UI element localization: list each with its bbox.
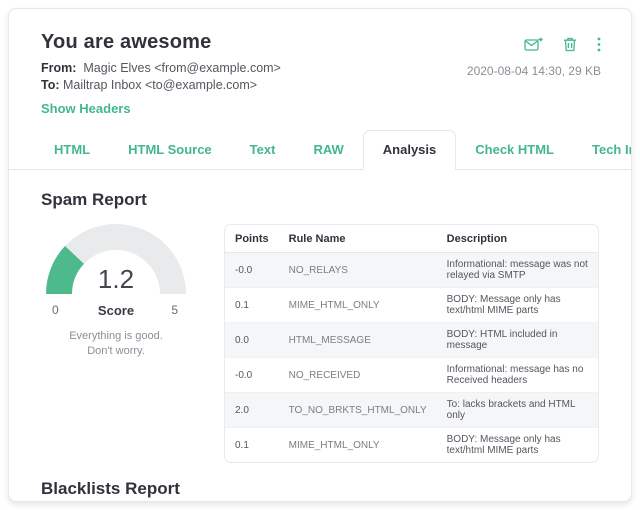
spam-score-value: 1.2 — [46, 264, 186, 295]
blacklists-report-title: Blacklists Report — [41, 479, 599, 499]
gauge-score-label: Score — [46, 303, 186, 318]
spam-rule-row: 0.1MIME_HTML_ONLYBODY: Message only has … — [225, 288, 598, 323]
spam-rule-row: 0.0HTML_MESSAGEBODY: HTML included in me… — [225, 323, 598, 358]
email-detail-card: You are awesome From: Magic Elves <from@… — [8, 8, 632, 502]
email-header-left: You are awesome From: Magic Elves <from@… — [41, 31, 281, 118]
gauge-note: Everything is good. Don't worry. — [41, 329, 191, 359]
kebab-menu-icon[interactable] — [597, 37, 601, 52]
tab-tech-info[interactable]: Tech Info — [573, 131, 632, 169]
from-line: From: Magic Elves <from@example.com> — [41, 61, 281, 75]
rule-name: MIME_HTML_ONLY — [279, 428, 437, 462]
rule-points: 0.0 — [225, 323, 279, 358]
tab-html[interactable]: HTML — [35, 131, 109, 169]
rule-description: Informational: message was not relayed v… — [437, 253, 598, 288]
rule-points: 0.1 — [225, 428, 279, 462]
spam-rule-row: 2.0TO_NO_BRKTS_HTML_ONLYTo: lacks bracke… — [225, 393, 598, 428]
spam-rule-row: -0.0NO_RECEIVEDInformational: message ha… — [225, 358, 598, 393]
rule-description: BODY: Message only has text/html MIME pa… — [437, 288, 598, 323]
rule-name: NO_RELAYS — [279, 253, 437, 288]
rule-description: Informational: message has no Received h… — [437, 358, 598, 393]
rule-description: BODY: HTML included in message — [437, 323, 598, 358]
rule-name: MIME_HTML_ONLY — [279, 288, 437, 323]
spam-report-title: Spam Report — [41, 190, 599, 210]
from-value: Magic Elves <from@example.com> — [83, 61, 280, 75]
blacklists-section: Blacklists Report Domain: example.com IP… — [41, 479, 599, 502]
tab-text[interactable]: Text — [231, 131, 295, 169]
rule-description: To: lacks brackets and HTML only — [437, 393, 598, 428]
rule-name: HTML_MESSAGE — [279, 323, 437, 358]
to-value: Mailtrap Inbox <to@example.com> — [63, 78, 257, 92]
spam-score-gauge: 1.2 0 Score 5 Everything is good. Don't … — [41, 224, 224, 463]
gauge-note-line2: Don't worry. — [41, 344, 191, 359]
spam-report-body: 1.2 0 Score 5 Everything is good. Don't … — [41, 224, 599, 463]
spam-rule-row: -0.0NO_RELAYSInformational: message was … — [225, 253, 598, 288]
email-subject: You are awesome — [41, 31, 281, 54]
email-actions — [467, 37, 601, 52]
tab-check-html[interactable]: Check HTML — [456, 131, 573, 169]
spam-rules-header-row: PointsRule NameDescription — [225, 225, 598, 253]
envelope-forward-icon[interactable] — [524, 37, 543, 52]
gauge-arc: 1.2 — [46, 224, 186, 301]
analysis-content: Spam Report 1.2 0 Score 5 Everything is … — [9, 170, 631, 502]
rule-points: -0.0 — [225, 253, 279, 288]
gauge-note-line1: Everything is good. — [41, 329, 191, 344]
to-label: To: — [41, 78, 60, 92]
trash-icon[interactable] — [563, 37, 577, 52]
spam-rules-table-body: -0.0NO_RELAYSInformational: message was … — [225, 253, 598, 462]
column-header: Rule Name — [279, 225, 437, 253]
column-header: Points — [225, 225, 279, 253]
rule-description: BODY: Message only has text/html MIME pa… — [437, 428, 598, 462]
rule-points: 2.0 — [225, 393, 279, 428]
tab-bar: HTMLHTML SourceTextRAWAnalysisCheck HTML… — [9, 130, 631, 170]
email-date-size: 2020-08-04 14:30, 29 KB — [467, 64, 601, 78]
column-header: Description — [437, 225, 598, 253]
rule-name: NO_RECEIVED — [279, 358, 437, 393]
gauge-max-label: 5 — [171, 303, 178, 317]
rule-name: TO_NO_BRKTS_HTML_ONLY — [279, 393, 437, 428]
tab-html-source[interactable]: HTML Source — [109, 131, 231, 169]
rule-points: 0.1 — [225, 288, 279, 323]
gauge-scale: 0 Score 5 — [46, 303, 186, 319]
rule-points: -0.0 — [225, 358, 279, 393]
to-line: To: Mailtrap Inbox <to@example.com> — [41, 78, 281, 92]
email-header-right: 2020-08-04 14:30, 29 KB — [467, 31, 601, 118]
from-label: From: — [41, 61, 76, 75]
spam-rule-row: 0.1MIME_HTML_ONLYBODY: Message only has … — [225, 428, 598, 462]
tab-raw[interactable]: RAW — [294, 131, 362, 169]
tab-analysis[interactable]: Analysis — [363, 130, 456, 170]
email-header: You are awesome From: Magic Elves <from@… — [9, 9, 631, 118]
show-headers-link[interactable]: Show Headers — [41, 101, 131, 116]
spam-rules-table: PointsRule NameDescription -0.0NO_RELAYS… — [224, 224, 599, 463]
